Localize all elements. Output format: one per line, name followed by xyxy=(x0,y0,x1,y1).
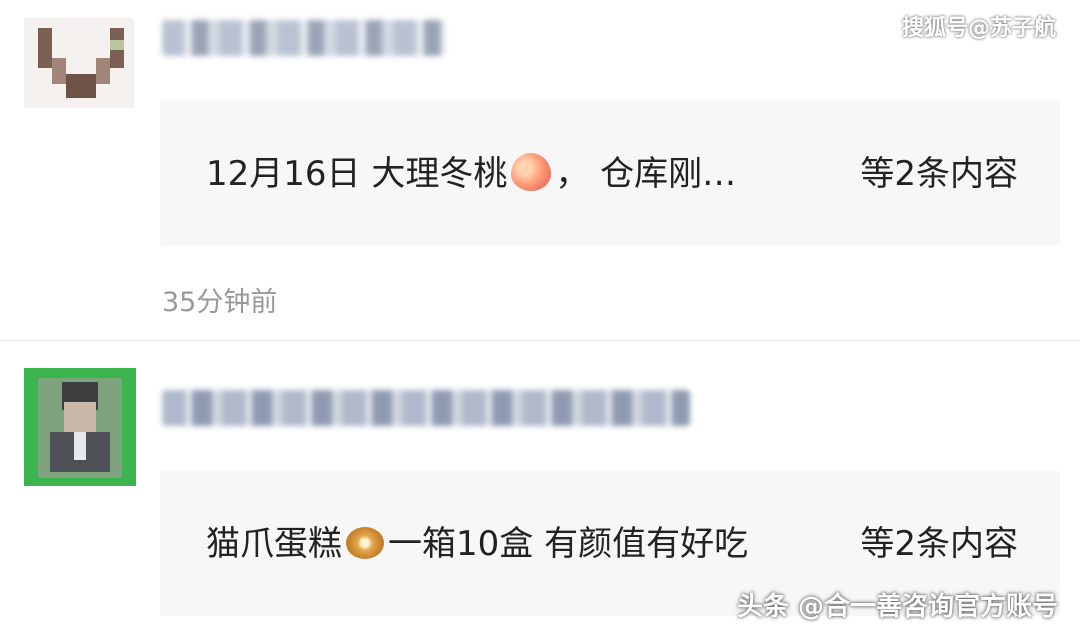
post-text-end: ， 仓库刚… xyxy=(555,154,737,194)
post-text-start: 12月16日 大理冬桃 xyxy=(206,154,508,194)
blurred-avatar-image xyxy=(24,18,134,108)
blurred-avatar-image xyxy=(24,368,136,486)
blurred-username[interactable] xyxy=(162,390,690,426)
share-card[interactable]: 12月16日 大理冬桃 ， 仓库刚… 等2条内容 xyxy=(160,100,1060,246)
more-items-label: 等2条内容 xyxy=(860,524,1018,564)
avatar[interactable] xyxy=(24,368,136,486)
watermark-bottom: 头条 @合一善咨询官方账号 xyxy=(736,592,1058,622)
share-card-text: 猫爪蛋糕 一箱10盒 有颜值有好吃 xyxy=(206,522,748,566)
post-timestamp: 35分钟前 xyxy=(162,287,278,318)
post-text-end: 一箱10盒 有颜值有好吃 xyxy=(388,524,749,564)
blurred-username[interactable] xyxy=(162,20,444,56)
peach-emoji-icon xyxy=(511,153,552,191)
post-divider xyxy=(0,340,1080,341)
avatar[interactable] xyxy=(24,18,134,108)
more-items-label: 等2条内容 xyxy=(860,154,1018,194)
share-card-text: 12月16日 大理冬桃 ， 仓库刚… xyxy=(206,152,736,196)
moments-feed: 12月16日 大理冬桃 ， 仓库刚… 等2条内容 35分钟前 猫爪蛋糕 一箱10盒 … xyxy=(0,0,1080,637)
post-text-start: 猫爪蛋糕 xyxy=(206,524,342,564)
watermark-top: 搜狐号@苏子航 xyxy=(901,16,1056,41)
snail-emoji-icon xyxy=(346,527,384,559)
